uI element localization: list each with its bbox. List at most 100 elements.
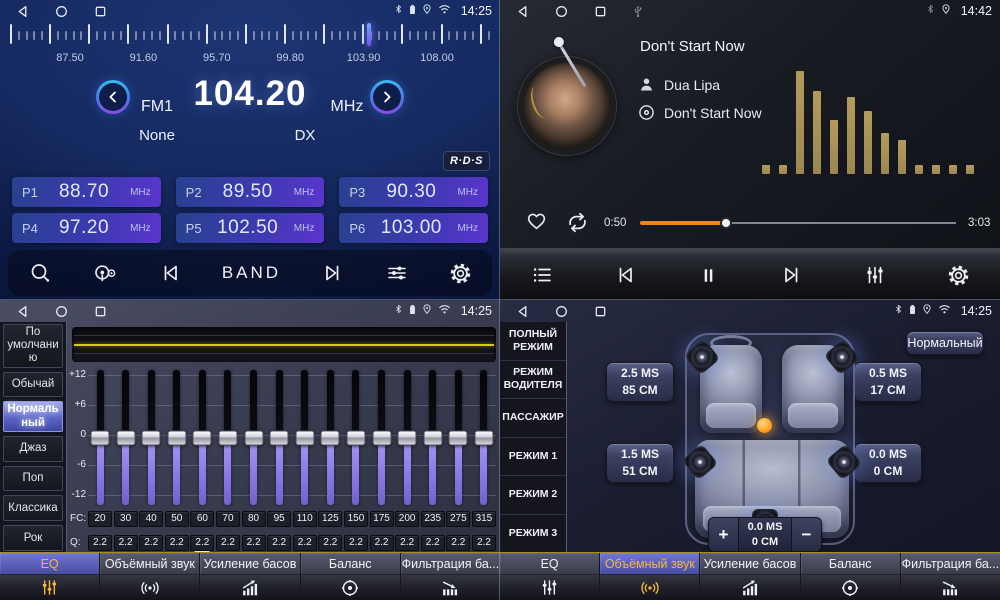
increase-delay-button[interactable]: +: [709, 518, 739, 551]
eq-band-slider[interactable]: [190, 370, 214, 505]
slider-knob[interactable]: [321, 430, 340, 445]
eq-fc-value[interactable]: 150: [344, 511, 368, 527]
eq-band-slider[interactable]: [395, 370, 419, 505]
tab-filter[interactable]: Фильтрация ба...: [401, 553, 500, 600]
eq-q-value[interactable]: 2.2: [190, 535, 214, 551]
eq-band-slider[interactable]: [242, 370, 266, 505]
next-track-icon[interactable]: [780, 263, 804, 287]
eq-fc-value[interactable]: 60: [190, 511, 214, 527]
previous-station-icon[interactable]: [158, 261, 182, 285]
recents-icon[interactable]: [594, 5, 607, 18]
delay-front-left-button[interactable]: 2.5 MS 85 CM: [606, 362, 674, 402]
eq-band-slider[interactable]: [267, 370, 291, 505]
pause-icon[interactable]: [697, 264, 720, 287]
next-station-icon[interactable]: [321, 261, 345, 285]
slider-knob[interactable]: [167, 430, 186, 445]
sound-mode-item[interactable]: ПОЛНЫЙ РЕЖИМ: [500, 322, 566, 361]
delay-front-right-button[interactable]: 0.5 MS 17 CM: [854, 362, 922, 402]
radio-preset-button[interactable]: P2 89.50 MHz: [176, 177, 325, 207]
eq-band-slider[interactable]: [446, 370, 470, 505]
search-icon[interactable]: [28, 261, 52, 285]
eq-q-value[interactable]: 2.2: [421, 535, 445, 551]
eq-q-value[interactable]: 2.2: [293, 535, 317, 551]
eq-band-slider[interactable]: [293, 370, 317, 505]
eq-q-value[interactable]: 2.2: [139, 535, 163, 551]
decrease-delay-button[interactable]: −: [791, 518, 821, 551]
tune-down-button[interactable]: [96, 80, 130, 114]
eq-preset-item[interactable]: Рок: [3, 525, 63, 551]
slider-knob[interactable]: [193, 430, 212, 445]
tab-surround[interactable]: Объёмный звук: [100, 553, 200, 600]
slider-knob[interactable]: [218, 430, 237, 445]
listener-position-dot[interactable]: [757, 418, 772, 433]
eq-preset-item[interactable]: Джаз: [3, 436, 63, 462]
eq-fc-value[interactable]: 125: [318, 511, 342, 527]
album-art[interactable]: [518, 57, 616, 155]
slider-knob[interactable]: [91, 430, 110, 445]
eq-fc-value[interactable]: 275: [446, 511, 470, 527]
eq-band-slider[interactable]: [318, 370, 342, 505]
tab-balance[interactable]: Баланс: [801, 553, 901, 600]
eq-preset-item[interactable]: Классика: [3, 495, 63, 521]
sound-mode-item[interactable]: РЕЖИМ 1: [500, 438, 566, 477]
eq-band-slider[interactable]: [344, 370, 368, 505]
eq-band-slider[interactable]: [472, 370, 496, 505]
eq-band-slider[interactable]: [88, 370, 112, 505]
eq-q-value[interactable]: 2.2: [216, 535, 240, 551]
recents-icon[interactable]: [94, 305, 107, 318]
back-icon[interactable]: [516, 305, 529, 318]
delay-rear-right-button[interactable]: 0.0 MS 0 CM: [854, 443, 922, 483]
home-icon[interactable]: [55, 5, 68, 18]
settings-gear-icon[interactable]: [947, 264, 970, 287]
slider-knob[interactable]: [244, 430, 263, 445]
slider-knob[interactable]: [142, 430, 161, 445]
tab-balance[interactable]: Баланс: [301, 553, 401, 600]
tab-eq[interactable]: EQ: [500, 553, 600, 600]
tab-bass-boost[interactable]: Усиление басов: [700, 553, 800, 600]
recents-icon[interactable]: [94, 5, 107, 18]
eq-q-value[interactable]: 2.2: [114, 535, 138, 551]
slider-knob[interactable]: [295, 430, 314, 445]
back-icon[interactable]: [16, 305, 29, 318]
sound-mode-item[interactable]: РЕЖИМ 3: [500, 515, 566, 554]
tab-bass-boost[interactable]: Усиление басов: [200, 553, 300, 600]
playlist-icon[interactable]: [530, 263, 554, 287]
progress-knob[interactable]: [720, 217, 732, 229]
radio-preset-button[interactable]: P6 103.00 MHz: [339, 213, 488, 243]
tab-surround[interactable]: Объёмный звук: [600, 553, 700, 600]
frequency-dial[interactable]: 87.5091.6095.7099.80103.90108.00: [0, 24, 500, 66]
radio-preset-button[interactable]: P1 88.70 MHz: [12, 177, 161, 207]
eq-q-value[interactable]: 2.2: [242, 535, 266, 551]
eq-fc-value[interactable]: 80: [242, 511, 266, 527]
dial-pointer[interactable]: [367, 23, 371, 46]
eq-fc-value[interactable]: 95: [267, 511, 291, 527]
favorite-heart-icon[interactable]: [525, 210, 548, 238]
eq-q-value[interactable]: 2.2: [344, 535, 368, 551]
tab-eq[interactable]: EQ: [0, 553, 100, 600]
eq-preset-item[interactable]: Обычай: [3, 372, 63, 398]
delay-rear-left-button[interactable]: 1.5 MS 51 CM: [606, 443, 674, 483]
eq-fc-value[interactable]: 200: [395, 511, 419, 527]
eq-fc-value[interactable]: 30: [114, 511, 138, 527]
previous-track-icon[interactable]: [613, 263, 637, 287]
tab-filter[interactable]: Фильтрация ба...: [901, 553, 1000, 600]
eq-preset-item[interactable]: По умолчанию: [3, 324, 63, 368]
eq-q-value[interactable]: 2.2: [370, 535, 394, 551]
repeat-icon[interactable]: [564, 209, 591, 241]
back-icon[interactable]: [516, 5, 529, 18]
sound-mode-item[interactable]: РЕЖИМ 2: [500, 476, 566, 515]
slider-knob[interactable]: [423, 430, 442, 445]
progress-bar[interactable]: [640, 222, 956, 224]
eq-fc-value[interactable]: 40: [139, 511, 163, 527]
radio-preset-button[interactable]: P4 97.20 MHz: [12, 213, 161, 243]
home-icon[interactable]: [555, 5, 568, 18]
eq-fc-value[interactable]: 70: [216, 511, 240, 527]
eq-fc-value[interactable]: 50: [165, 511, 189, 527]
eq-band-slider[interactable]: [139, 370, 163, 505]
home-icon[interactable]: [55, 305, 68, 318]
eq-q-value[interactable]: 2.2: [395, 535, 419, 551]
recents-icon[interactable]: [594, 305, 607, 318]
eq-band-slider[interactable]: [165, 370, 189, 505]
slider-knob[interactable]: [449, 430, 468, 445]
eq-preset-item[interactable]: Нормальный: [3, 401, 63, 431]
